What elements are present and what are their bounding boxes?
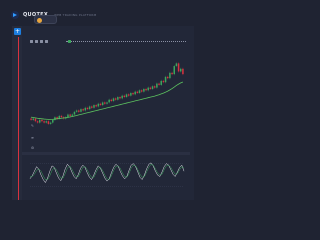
candle (101, 102, 104, 106)
candle (104, 102, 106, 104)
candle (80, 109, 82, 112)
account-avatar (37, 18, 42, 23)
candle (75, 110, 78, 112)
candle (67, 114, 69, 118)
candle (171, 72, 173, 75)
candle (162, 80, 165, 83)
candle (127, 94, 130, 96)
candle (43, 121, 45, 123)
moving-average-line (31, 81, 184, 120)
candle (71, 114, 74, 116)
candle (60, 115, 63, 118)
candle (97, 103, 100, 107)
candle (123, 95, 126, 98)
candle (112, 98, 115, 102)
candle (106, 102, 108, 104)
candle (169, 72, 171, 79)
candle (119, 97, 121, 99)
candle (30, 118, 32, 120)
candle (86, 107, 89, 110)
candle (134, 91, 136, 95)
candle (49, 122, 52, 124)
add-chart-button[interactable]: + (14, 28, 21, 35)
candle (158, 83, 160, 85)
candle (34, 118, 37, 122)
candle (125, 94, 128, 98)
oscillator-series-line (29, 162, 185, 184)
oscillator-chart (22, 152, 190, 187)
candle (88, 106, 91, 110)
candle (91, 106, 93, 108)
candle (108, 99, 110, 103)
left-toolbar (12, 26, 22, 200)
candle (39, 119, 41, 123)
candle (95, 105, 97, 107)
candle (121, 95, 123, 99)
candle (145, 88, 147, 91)
candle (175, 63, 178, 67)
candle (93, 105, 95, 108)
candle (117, 97, 119, 100)
candle (153, 86, 156, 88)
account-chip[interactable] (34, 15, 57, 24)
candle (147, 87, 149, 91)
candle (173, 66, 175, 75)
candle (166, 76, 169, 79)
indicator-icon[interactable]: ≋ (31, 136, 34, 140)
candle (151, 86, 154, 89)
candle (32, 118, 35, 120)
candle (160, 80, 162, 85)
candle (143, 88, 145, 92)
candle (99, 103, 102, 106)
settings-icon[interactable]: ⚙ (31, 146, 34, 150)
candle (56, 117, 58, 119)
time-cursor-line (18, 37, 19, 200)
candle (179, 68, 182, 72)
candle (132, 92, 134, 95)
candle (136, 91, 139, 93)
candle (36, 121, 39, 123)
candle (149, 87, 152, 89)
candle (45, 121, 48, 123)
candle (69, 114, 71, 116)
candle (47, 121, 50, 124)
candle (52, 119, 54, 123)
candle (177, 63, 180, 72)
oscillator-header (22, 152, 190, 155)
candle (164, 76, 167, 83)
candle (84, 107, 87, 111)
candle (114, 98, 117, 100)
candle (78, 110, 80, 112)
candle (156, 83, 158, 88)
price-chart[interactable] (22, 40, 190, 140)
top-bar: QUOTEX WEB TRADING PLATFORM (0, 0, 200, 26)
candle (140, 90, 143, 92)
candle (138, 90, 141, 93)
quotex-logo-icon (11, 11, 19, 19)
candle (182, 68, 184, 75)
candle (73, 111, 76, 115)
candle (41, 119, 43, 122)
candle (82, 109, 84, 111)
candle (130, 92, 132, 96)
brand-tagline: WEB TRADING PLATFORM (54, 13, 97, 17)
pencil-icon[interactable]: ✎ (31, 124, 34, 128)
candle (110, 99, 113, 102)
